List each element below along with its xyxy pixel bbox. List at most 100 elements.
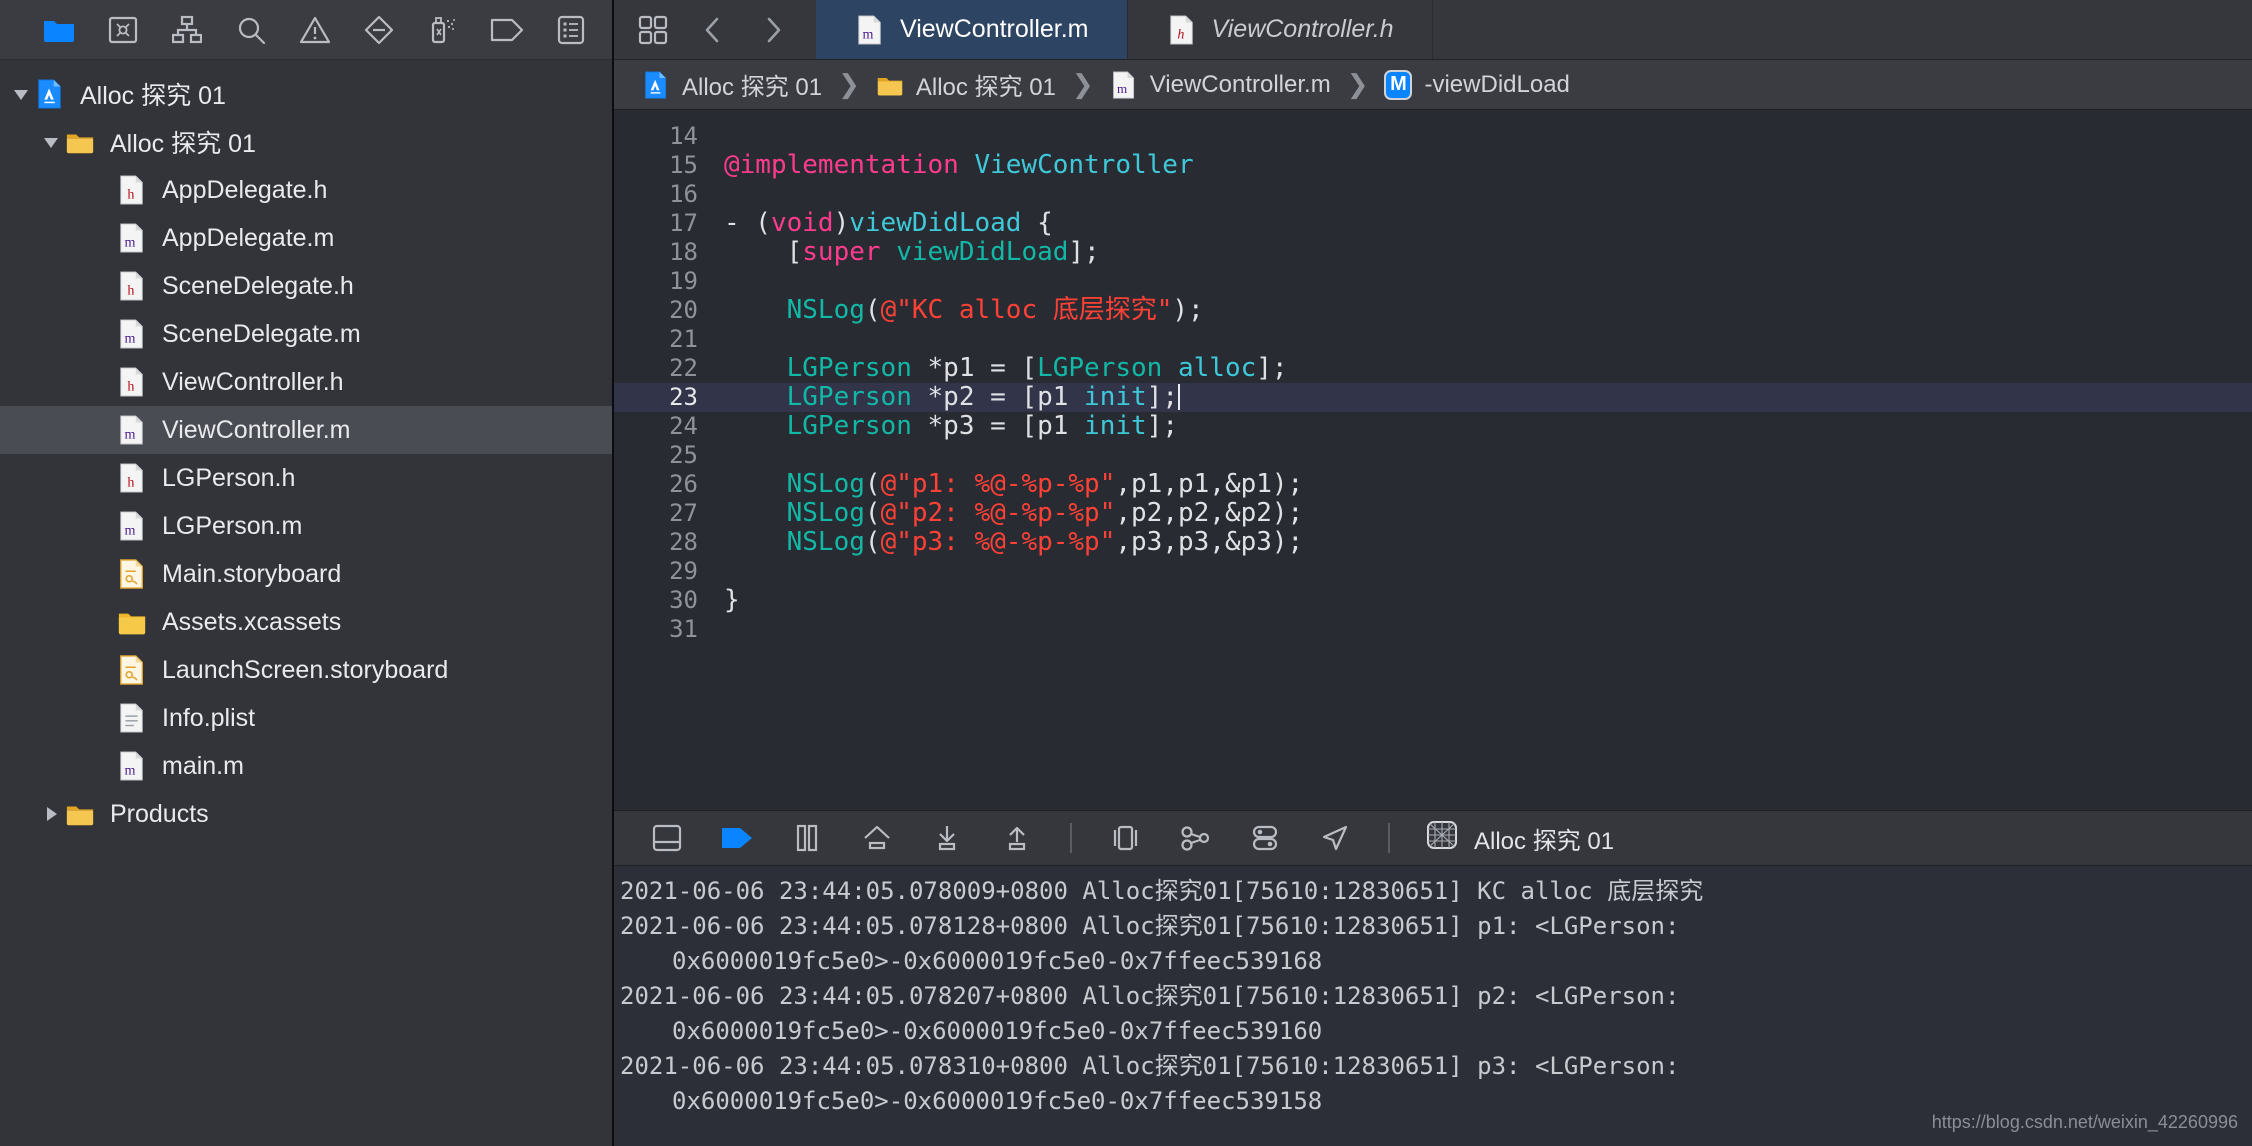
- code-line[interactable]: 27 NSLog(@"p2: %@-%p-%p",p2,p2,&p2);: [614, 499, 2252, 528]
- breadcrumb-item-label: Alloc 探究 01: [682, 74, 823, 101]
- file-tree-item[interactable]: LaunchScreen.storyboard: [0, 646, 612, 694]
- editor-tab-label: ViewController.m: [900, 15, 1089, 43]
- file-tree-item-label: Alloc 探究 01: [80, 82, 226, 110]
- header-file-icon: h: [1166, 14, 1198, 45]
- file-tree-item[interactable]: Alloc 探究 01: [0, 118, 612, 166]
- file-tree-item[interactable]: Assets.xcassets: [0, 598, 612, 646]
- objc-file-icon: m: [116, 511, 148, 541]
- code-line[interactable]: 30}: [614, 586, 2252, 615]
- breadcrumb-item-label: ViewController.m: [1149, 70, 1331, 98]
- code-line[interactable]: 24 LGPerson *p3 = [p1 init];: [614, 412, 2252, 441]
- disclosure-triangle-icon[interactable]: [38, 804, 64, 824]
- file-tree-item[interactable]: h SceneDelegate.h: [0, 262, 612, 310]
- file-tree-item[interactable]: Main.storyboard: [0, 550, 612, 598]
- code-line[interactable]: 22 LGPerson *p1 = [LGPerson alloc];: [614, 354, 2252, 383]
- file-tree-item[interactable]: h LGPerson.h: [0, 454, 612, 502]
- file-tree-item-label: ViewController.m: [162, 415, 351, 444]
- method-badge-m: M: [1384, 69, 1413, 100]
- step-out-icon[interactable]: [1000, 821, 1034, 855]
- pause-icon[interactable]: [790, 821, 824, 855]
- debug-toolbar: Alloc 探究 01: [614, 810, 2252, 866]
- svg-text:h: h: [127, 474, 134, 490]
- process-grid-icon: [1426, 820, 1458, 857]
- memory-graph-icon[interactable]: [1178, 821, 1212, 855]
- editor-tab[interactable]: m ViewController.m: [816, 0, 1128, 59]
- line-number: 29: [669, 557, 698, 585]
- storyboard-file-icon: [116, 655, 148, 685]
- editor-options-icon[interactable]: [636, 13, 670, 47]
- console-line: 2021-06-06 23:44:05.078207+0800 Alloc探究0…: [620, 982, 1680, 1010]
- report-list-icon[interactable]: [554, 13, 588, 47]
- code-line[interactable]: 31: [614, 615, 2252, 644]
- breadcrumb-item[interactable]: Alloc 探究 01: [642, 67, 822, 102]
- breadcrumb-separator-icon: ❯: [838, 69, 860, 99]
- line-number: 20: [669, 296, 698, 324]
- test-diamond-icon[interactable]: [362, 13, 396, 47]
- warning-triangle-icon[interactable]: [298, 13, 332, 47]
- file-tree-item[interactable]: Info.plist: [0, 694, 612, 742]
- view-hierarchy-icon[interactable]: [1108, 821, 1142, 855]
- line-number: 26: [669, 470, 698, 498]
- file-tree[interactable]: Alloc 探究 01 Alloc 探究 01 h AppDelegate.h m App…: [0, 60, 612, 1146]
- file-tree-item[interactable]: m AppDelegate.m: [0, 214, 612, 262]
- disclosure-triangle-icon[interactable]: [38, 132, 64, 152]
- code-line[interactable]: 19: [614, 267, 2252, 296]
- objc-file-icon: m: [116, 751, 148, 781]
- plist-file-icon: [116, 703, 148, 733]
- code-line[interactable]: 15 @implementation ViewController: [614, 151, 2252, 180]
- objc-file-icon: m: [1110, 70, 1138, 99]
- folder-icon: [64, 127, 96, 157]
- breadcrumb: Alloc 探究 01 ❯ Alloc 探究 01 ❯ m ViewController.…: [614, 60, 2252, 110]
- code-line[interactable]: 29: [614, 557, 2252, 586]
- search-icon[interactable]: [234, 13, 268, 47]
- file-tree-item-label: LGPerson.m: [162, 511, 303, 540]
- running-scheme[interactable]: Alloc 探究 01: [1426, 820, 1614, 857]
- code-line[interactable]: 23 LGPerson *p2 = [p1 init];: [614, 383, 2252, 412]
- code-line[interactable]: 16: [614, 180, 2252, 209]
- tag-icon[interactable]: [490, 13, 524, 47]
- file-tree-item-label: main.m: [162, 751, 244, 780]
- editor-tab[interactable]: h ViewController.h: [1128, 0, 1433, 59]
- toggle-debug-area-icon[interactable]: [650, 821, 684, 855]
- file-tree-item[interactable]: h AppDelegate.h: [0, 166, 612, 214]
- source-control-icon[interactable]: [106, 13, 140, 47]
- file-tree-item-label: ViewController.h: [162, 367, 344, 396]
- code-line[interactable]: 18 [super viewDidLoad];: [614, 238, 2252, 267]
- file-tree-item[interactable]: m SceneDelegate.m: [0, 310, 612, 358]
- code-line[interactable]: 25: [614, 441, 2252, 470]
- line-number: 21: [669, 325, 698, 353]
- console-line: 2021-06-06 23:44:05.078009+0800 Alloc探究0…: [620, 877, 1704, 905]
- file-tree-item[interactable]: h ViewController.h: [0, 358, 612, 406]
- code-line[interactable]: 21: [614, 325, 2252, 354]
- debug-spray-icon[interactable]: [426, 13, 460, 47]
- storyboard-file-icon: [116, 559, 148, 589]
- file-tree-item[interactable]: m main.m: [0, 742, 612, 790]
- file-tree-item[interactable]: Products: [0, 790, 612, 838]
- breadcrumb-item[interactable]: M -viewDidLoad: [1384, 69, 1570, 100]
- step-into-icon[interactable]: [930, 821, 964, 855]
- environment-overrides-icon[interactable]: [1248, 821, 1282, 855]
- continue-execution-icon[interactable]: [720, 821, 754, 855]
- step-over-icon[interactable]: [860, 821, 894, 855]
- disclosure-triangle-icon[interactable]: [8, 84, 34, 104]
- code-line[interactable]: 20 NSLog(@"KC alloc 底层探究");: [614, 296, 2252, 325]
- chevron-right-icon[interactable]: [756, 13, 790, 47]
- file-tree-item-selected[interactable]: m ViewController.m: [0, 406, 612, 454]
- code-line[interactable]: 26 NSLog(@"p1: %@-%p-%p",p1,p1,&p1);: [614, 470, 2252, 499]
- code-line-text: LGPerson *p1 = [LGPerson alloc];: [786, 353, 1288, 383]
- file-tree-item[interactable]: Alloc 探究 01: [0, 70, 612, 118]
- code-line[interactable]: 17 - (void)viewDidLoad {: [614, 209, 2252, 238]
- code-line[interactable]: 28 NSLog(@"p3: %@-%p-%p",p3,p3,&p3);: [614, 528, 2252, 557]
- symbol-hierarchy-icon[interactable]: [170, 13, 204, 47]
- file-tree-item[interactable]: m LGPerson.m: [0, 502, 612, 550]
- debug-console[interactable]: 2021-06-06 23:44:05.078009+0800 Alloc探究0…: [614, 866, 2252, 1146]
- code-line-text: - (void)viewDidLoad {: [724, 208, 1053, 238]
- line-number: 28: [669, 528, 698, 556]
- breadcrumb-item[interactable]: Alloc 探究 01: [876, 67, 1056, 102]
- simulate-location-icon[interactable]: [1318, 821, 1352, 855]
- breadcrumb-item[interactable]: m ViewController.m: [1110, 71, 1331, 99]
- folder-icon[interactable]: [42, 13, 76, 47]
- chevron-left-icon[interactable]: [696, 13, 730, 47]
- code-editor[interactable]: 14 15 @implementation ViewController 16 17 - …: [614, 110, 2252, 810]
- code-line[interactable]: 14: [614, 122, 2252, 151]
